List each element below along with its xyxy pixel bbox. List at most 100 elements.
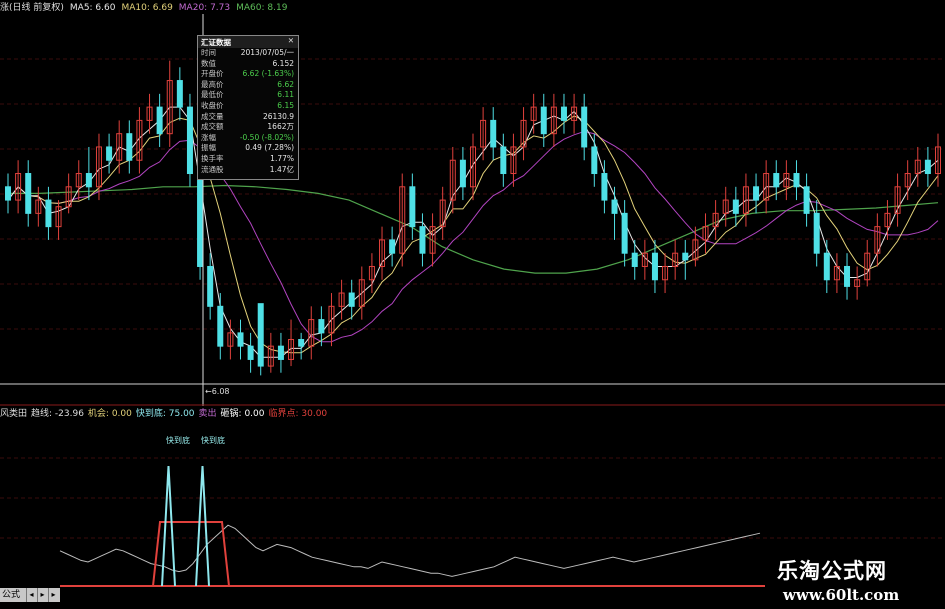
candle-body (247, 345, 254, 360)
data-window-label: 数值 (201, 58, 216, 68)
data-window-row: 振幅 0.49 (7.28%) (198, 143, 298, 154)
candle-body (651, 252, 658, 281)
data-window-row: 成交量 26130.9 (198, 112, 298, 123)
data-window-row: 最高价 6.62 (198, 80, 298, 91)
candle-body (217, 305, 224, 347)
data-window-row: 涨幅 -0.50 (-8.02%) (198, 133, 298, 144)
candle-body (348, 292, 355, 307)
legend-ma20: MA20: 7.73 (178, 3, 231, 13)
legend-ma60: MA60: 8.19 (236, 3, 288, 13)
signal-label: 快到底 (201, 436, 225, 445)
data-window-label: 流通股 (201, 164, 224, 174)
legend-ma5: MA5: 6.60 (69, 3, 116, 13)
data-window-row: 数值 6.152 (198, 59, 298, 70)
data-window-value: 6.152 (272, 58, 294, 68)
candle-body (409, 186, 416, 228)
candle-body (25, 173, 32, 214)
candle-body (85, 173, 92, 188)
candle-body (459, 159, 466, 188)
data-window-row: 时间 2013/07/05/一 (198, 48, 298, 59)
formula-tab[interactable]: 公式 (2, 588, 20, 602)
candle-body (844, 265, 851, 287)
scroll-left-button[interactable]: ◂ (26, 588, 36, 602)
candle-body (813, 212, 820, 254)
legend-prefix: 涨(日线 前复权) (0, 3, 64, 13)
data-window-row: 成交额 1662万 (198, 122, 298, 133)
candle-body (5, 186, 11, 201)
quick-bottom-spike (195, 465, 210, 587)
candle-body (126, 133, 133, 161)
main-chart-legend: 涨(日线 前复权) MA5: 6.60 MA10: 6.69 MA20: 7.73 MA… (0, 0, 293, 14)
candle-body (197, 173, 204, 267)
candlestick-chart[interactable] (0, 14, 945, 406)
candle-body (631, 252, 638, 267)
candle-body (500, 146, 507, 175)
candle-body (186, 106, 193, 175)
data-window-title-bar[interactable]: 汇证数据 ✕ (198, 36, 298, 48)
candle-body (753, 186, 760, 201)
candle-body (682, 252, 689, 261)
candle-body (277, 345, 284, 360)
data-window-value: 6.11 (277, 90, 294, 100)
candle-body (490, 119, 497, 148)
data-window-label: 开盘价 (201, 69, 224, 79)
candle-body (540, 106, 547, 135)
site-watermark: 乐淘公式网 www.60lt.com (765, 553, 945, 609)
data-window-label: 最高价 (201, 79, 224, 89)
candle-body (581, 106, 588, 148)
data-window-row: 最低价 6.11 (198, 90, 298, 101)
candle-body (560, 106, 567, 121)
candle-body (732, 199, 739, 214)
data-window-row: 流通股 1.47亿 (198, 165, 298, 176)
candle-body (176, 80, 183, 108)
data-window-rows: 时间 2013/07/05/一 数值 6.152 开盘价 6.62 (-1.63%) 最高价… (198, 48, 298, 175)
candle-body (621, 212, 628, 254)
watermark-url: www.60lt.com (783, 586, 900, 604)
data-window-value: 6.62 (277, 79, 294, 89)
candle-body (803, 186, 810, 214)
candle-body (419, 226, 426, 254)
data-window-row: 开盘价 6.62 (-1.63%) (198, 69, 298, 80)
scroll-end-button[interactable]: ▸ (48, 588, 58, 602)
indicator-legend: 风类田 趋线: -23.96 机会: 0.00 快到底: 75.00 卖出 砸锅: 0.0… (0, 406, 331, 419)
data-window-label: 成交量 (201, 111, 224, 121)
data-window-label: 时间 (201, 48, 216, 57)
close-icon[interactable]: ✕ (288, 36, 294, 45)
candle-body (823, 252, 830, 281)
candle-body (793, 173, 800, 188)
formula-toolbar[interactable]: 公式 ◂ ▸ ▸ (0, 588, 60, 602)
candle-body (389, 239, 396, 254)
data-window-panel[interactable]: 汇证数据 ✕ 时间 2013/07/05/一 数值 6.152 开盘价 6.62 (-1.… (197, 35, 299, 180)
data-window-label: 振幅 (201, 143, 216, 153)
data-window-label: 成交额 (201, 122, 224, 132)
candle-body (298, 339, 305, 347)
data-window-value: 1.77% (270, 153, 294, 163)
data-window-value: 6.15 (277, 100, 294, 110)
candle-body (257, 303, 264, 367)
data-window-title: 汇证数据 (201, 38, 231, 47)
data-window-label: 换手率 (201, 153, 224, 163)
signal-label: 快到底 (166, 436, 190, 445)
candle-body (106, 146, 113, 161)
scroll-right-button[interactable]: ▸ (37, 588, 47, 602)
candle-body (924, 159, 931, 175)
data-window-value: 6.62 (-1.63%) (242, 69, 294, 79)
data-window-value: 0.49 (7.28%) (245, 143, 294, 153)
candle-body (591, 146, 598, 175)
candle-body (207, 265, 214, 307)
candle-body (237, 332, 244, 347)
candle-body (45, 199, 52, 228)
watermark-title: 乐淘公式网 (777, 559, 887, 583)
candle-body (318, 319, 325, 334)
legend-ma10: MA10: 6.69 (121, 3, 173, 13)
data-window-value: 1.47亿 (269, 164, 294, 174)
data-window-value: 26130.9 (262, 111, 294, 121)
candle-body (611, 199, 618, 214)
data-window-value: 1662万 (267, 122, 294, 132)
data-window-label: 涨幅 (201, 132, 216, 142)
candle-body (773, 173, 780, 188)
data-window-value: -0.50 (-8.02%) (239, 132, 294, 142)
low-price-marker: ←6.08 (205, 387, 230, 396)
data-window-label: 最低价 (201, 90, 224, 100)
data-window-row: 换手率 1.77% (198, 154, 298, 165)
